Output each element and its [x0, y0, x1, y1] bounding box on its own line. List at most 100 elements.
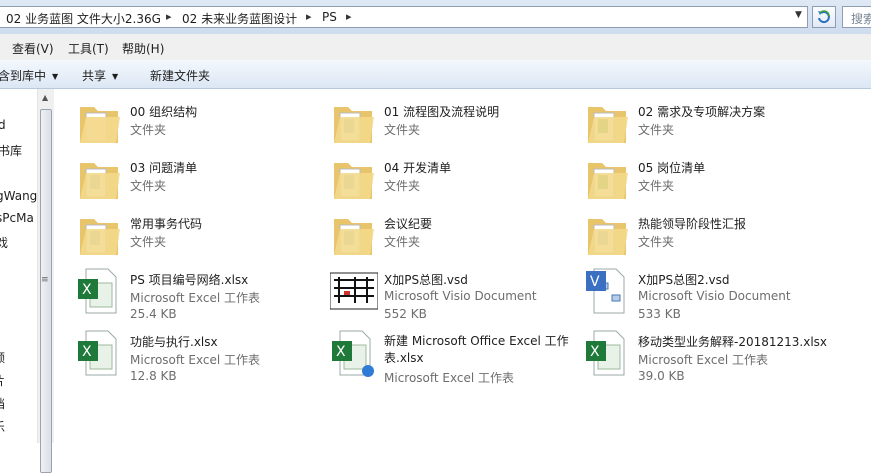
- item-type: 文件夹: [384, 179, 421, 193]
- item-name: 03 问题清单: [130, 161, 198, 175]
- folder-icon: [80, 107, 120, 143]
- item-size: 39.0 KB: [638, 369, 685, 383]
- folder-icon: [588, 163, 628, 199]
- file-item[interactable]: X加PS总图.vsd Microsoft Visio Document 552 …: [330, 265, 570, 321]
- visio-thumbnail-icon: [330, 272, 378, 310]
- item-name: 功能与执行.xlsx: [130, 335, 218, 349]
- folder-icon: [588, 107, 628, 143]
- command-bar: 包含到库中 ▼ 共享 ▼ 新建文件夹: [0, 60, 871, 89]
- item-type: Microsoft Excel 工作表: [130, 353, 261, 367]
- visio-file-icon: V: [586, 268, 625, 314]
- menu-view[interactable]: 查看(V): [12, 40, 54, 57]
- item-name: 02 需求及专项解决方案: [638, 105, 766, 119]
- chevron-down-icon: ▼: [112, 72, 119, 81]
- breadcrumb-3[interactable]: PS: [322, 10, 337, 24]
- include-in-library-button[interactable]: 包含到库中 ▼: [0, 67, 58, 84]
- menu-bar: 查看(V) 工具(T) 帮助(H): [0, 34, 871, 60]
- breadcrumb-separator-icon[interactable]: ▸: [346, 10, 352, 23]
- svg-text:X: X: [336, 344, 346, 360]
- folder-item[interactable]: 会议纪要 文件夹: [330, 209, 570, 265]
- nav-item[interactable]: gWang: [0, 189, 37, 203]
- chevron-down-icon[interactable]: ▼: [795, 10, 802, 20]
- folder-item[interactable]: 02 需求及专项解决方案 文件夹: [584, 97, 824, 153]
- item-name: 常用事务代码: [130, 217, 203, 231]
- file-list: 00 组织结构 文件夹 01 流程图及流程说明 文件夹 02 需求及专项解决方案…: [54, 89, 871, 443]
- nav-item-games[interactable]: 戏: [0, 234, 8, 251]
- item-type: 文件夹: [130, 235, 167, 249]
- item-name: 移动类型业务解释-20181213.xlsx: [638, 335, 828, 349]
- file-item[interactable]: V X加PS总图2.vsd Microsoft Visio Document 5…: [584, 265, 824, 321]
- item-type: Microsoft Visio Document: [384, 289, 537, 303]
- search-placeholder: 搜索: [851, 12, 871, 26]
- item-name: 会议纪要: [384, 217, 433, 231]
- breadcrumb-2[interactable]: 02 未来业务蓝图设计: [182, 10, 297, 27]
- nav-item-library[interactable]: 书库: [0, 142, 22, 159]
- menu-help[interactable]: 帮助(H): [122, 40, 164, 57]
- item-name: 00 组织结构: [130, 105, 198, 119]
- file-item[interactable]: X 新建 Microsoft Office Excel 工作表.xlsx Mic…: [330, 330, 570, 391]
- item-type: 文件夹: [384, 123, 421, 137]
- item-type: 文件夹: [130, 123, 167, 137]
- folder-item[interactable]: 05 岗位清单 文件夹: [584, 153, 824, 209]
- item-type: 文件夹: [384, 235, 421, 249]
- item-size: 25.4 KB: [130, 307, 177, 321]
- svg-text:X: X: [82, 282, 92, 298]
- item-type: 文件夹: [638, 123, 675, 137]
- nav-scrollbar[interactable]: ▲ ≡: [37, 89, 54, 473]
- nav-item[interactable]: d: [0, 118, 6, 132]
- folder-icon: [334, 163, 374, 199]
- new-folder-button[interactable]: 新建文件夹: [150, 67, 210, 84]
- folder-item[interactable]: 热能领导阶段性汇报 文件夹: [584, 209, 824, 265]
- grip-icon: ≡: [41, 275, 49, 285]
- file-item[interactable]: X 功能与执行.xlsx Microsoft Excel 工作表 12.8 KB: [76, 327, 316, 383]
- breadcrumb-separator-icon[interactable]: ▸: [306, 10, 312, 23]
- item-type: 文件夹: [130, 179, 167, 193]
- folder-item[interactable]: 04 开发清单 文件夹: [330, 153, 570, 209]
- item-name: 新建 Microsoft Office Excel 工作表.xlsx: [384, 334, 569, 365]
- breadcrumb-1[interactable]: 02 业务蓝图 文件大小2.36G: [6, 10, 161, 27]
- item-size: 12.8 KB: [130, 369, 177, 383]
- folder-icon: [334, 219, 374, 255]
- item-name: PS 项目编号网络.xlsx: [130, 273, 249, 287]
- refresh-button[interactable]: [812, 6, 836, 28]
- folder-icon: [588, 219, 628, 255]
- item-name: X加PS总图.vsd: [384, 273, 468, 287]
- item-type: Microsoft Excel 工作表: [638, 353, 769, 367]
- item-type: Microsoft Visio Document: [638, 289, 791, 303]
- nav-item-pictures[interactable]: 片: [0, 372, 5, 389]
- svg-text:X: X: [82, 344, 92, 360]
- folder-item[interactable]: 常用事务代码 文件夹: [76, 209, 316, 265]
- address-bar[interactable]: 02 业务蓝图 文件大小2.36G ▸ 02 未来业务蓝图设计 ▸ PS ▸ ▼: [0, 6, 808, 28]
- scrollbar-thumb[interactable]: [40, 109, 52, 473]
- file-item[interactable]: X 移动类型业务解释-20181213.xlsx Microsoft Excel…: [584, 327, 828, 383]
- item-type: 文件夹: [638, 235, 675, 249]
- item-name: 01 流程图及流程说明: [384, 105, 500, 119]
- search-input[interactable]: 搜索: [842, 6, 871, 28]
- menu-tools[interactable]: 工具(T): [68, 40, 109, 57]
- share-button[interactable]: 共享 ▼: [82, 67, 118, 84]
- chevron-down-icon: ▼: [52, 72, 59, 81]
- navigation-pane: d 书库 gWang sPcMa 戏 频 片 档 乐: [0, 89, 37, 443]
- item-name: 05 岗位清单: [638, 161, 706, 175]
- nav-item-documents[interactable]: 档: [0, 395, 5, 412]
- item-name: 热能领导阶段性汇报: [638, 217, 747, 231]
- nav-item[interactable]: sPcMa: [0, 211, 34, 225]
- folder-item[interactable]: 03 问题清单 文件夹: [76, 153, 316, 209]
- nav-item-music[interactable]: 乐: [0, 418, 5, 435]
- include-in-library-label: 包含到库中: [0, 69, 47, 83]
- excel-file-icon: X: [332, 330, 374, 377]
- folder-icon: [80, 163, 120, 199]
- refresh-icon: [818, 10, 830, 24]
- item-type: Microsoft Excel 工作表: [384, 371, 515, 385]
- folder-item[interactable]: 00 组织结构 文件夹: [76, 97, 316, 153]
- file-item[interactable]: X PS 项目编号网络.xlsx Microsoft Excel 工作表 25.…: [76, 265, 316, 321]
- svg-text:V: V: [590, 274, 600, 290]
- item-type: 文件夹: [638, 179, 675, 193]
- address-bar-area: 02 业务蓝图 文件大小2.36G ▸ 02 未来业务蓝图设计 ▸ PS ▸ ▼…: [0, 0, 871, 34]
- folder-item[interactable]: 01 流程图及流程说明 文件夹: [330, 97, 570, 153]
- item-size: 533 KB: [638, 307, 681, 321]
- item-name: 04 开发清单: [384, 161, 452, 175]
- breadcrumb-separator-icon[interactable]: ▸: [166, 10, 172, 23]
- nav-item-videos[interactable]: 频: [0, 349, 5, 366]
- scroll-up-icon[interactable]: ▲: [42, 93, 48, 102]
